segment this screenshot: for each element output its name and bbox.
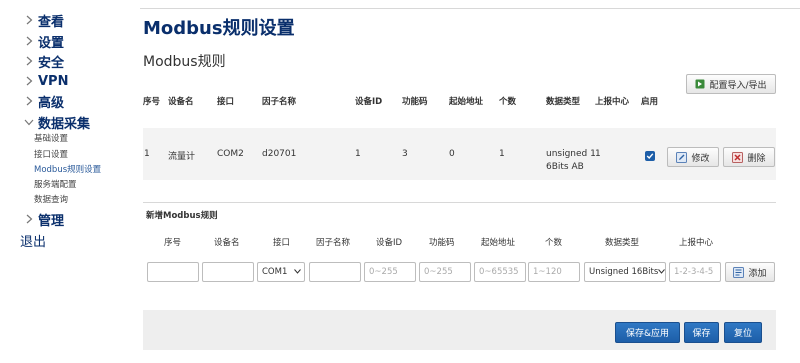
cell-type-line2: 6Bits AB [546,162,584,172]
function-code-input[interactable]: 0~255 [419,262,471,282]
header-divider [140,8,800,9]
import-export-icon [695,79,705,89]
col-header-factor: 因子名称 [262,97,297,107]
nav-label: 数据采集 [38,116,91,132]
chevron-down-icon [658,267,665,277]
count-input[interactable]: 1~120 [528,262,580,282]
new-col-func: 功能码 [429,238,455,248]
new-col-device: 设备名 [214,238,240,248]
new-col-type: 数据类型 [605,238,640,248]
new-col-count: 个数 [545,238,563,248]
cell-func: 3 [402,149,408,159]
device-name-input[interactable] [202,262,254,282]
new-col-port: 接口 [273,238,291,248]
nav-item-security[interactable]: 安全 [20,51,64,71]
nav-item-advanced[interactable]: 高级 [20,91,64,111]
data-type-select[interactable]: Unsigned 16Bits [584,262,666,282]
cell-port: COM2 [217,149,244,159]
port-select-value: COM1 [262,267,288,277]
cell-center: 1 [595,149,601,159]
footer-bar [143,310,776,350]
col-header-index: 序号 [143,97,161,107]
nav-label: 高级 [38,95,65,111]
nav-label: 查看 [38,14,65,30]
section-title: Modbus规则 [143,54,226,70]
chevron-right-icon [20,96,38,106]
nav-label: 设置 [38,35,65,51]
table-row: 1 流量计 COM2 d20701 1 3 0 1 unsigned 1 6Bi… [143,128,776,180]
import-export-label: 配置导入/导出 [709,80,767,91]
import-export-button[interactable]: 配置导入/导出 [686,74,776,94]
edit-icon [676,151,688,163]
start-address-input[interactable]: 0~65535 [474,262,526,282]
new-col-index: 序号 [164,238,182,248]
reset-button[interactable]: 复位 [724,322,762,343]
cell-device: 流量计 [168,152,196,162]
new-col-factor: 因子名称 [316,238,351,248]
new-col-start: 起始地址 [481,238,516,248]
port-select[interactable]: COM1 [257,262,305,282]
chevron-right-icon [20,56,38,66]
data-type-select-value: Unsigned 16Bits [589,267,659,277]
chevron-right-icon [20,36,38,46]
chevron-right-icon [20,214,38,224]
chevron-right-icon [20,15,38,25]
save-button[interactable]: 保存 [684,322,719,343]
sub-item-basic-settings[interactable]: 基础设置 [34,133,68,145]
sub-item-modbus-rules[interactable]: Modbus规则设置 [34,164,101,176]
nav-item-vpn[interactable]: VPN [20,71,68,91]
cell-index: 1 [144,149,150,159]
delete-icon [732,151,744,163]
delete-button[interactable]: 删除 [723,147,775,167]
col-header-enabled: 启用 [641,97,659,107]
cell-device-id: 1 [355,149,361,159]
col-header-center: 上报中心 [595,97,630,107]
col-header-device-id: 设备ID [355,97,383,107]
nav-label: 管理 [38,213,65,229]
report-center-input[interactable]: 1-2-3-4-5 [669,262,721,282]
sub-item-server-config[interactable]: 服务端配置 [34,179,77,191]
nav-item-data-collection[interactable]: 数据采集 [20,112,90,132]
add-button[interactable]: 添加 [725,262,775,282]
chevron-right-icon [20,76,38,86]
add-label: 添加 [748,268,767,279]
col-header-type: 数据类型 [546,97,581,107]
enabled-checkbox[interactable] [645,151,655,161]
nav-item-view[interactable]: 查看 [20,10,64,30]
sub-item-data-query[interactable]: 数据查询 [34,194,68,206]
cell-type-line1: unsigned 1 [546,149,596,159]
chevron-down-icon [20,119,38,126]
sidebar: 查看 设置 安全 VPN 高级 数据采集 基础设置 接口设置 Modbus规则设… [0,0,140,363]
nav-item-settings[interactable]: 设置 [20,31,64,51]
edit-label: 修改 [691,153,710,164]
cell-start: 0 [449,149,455,159]
col-header-start: 起始地址 [449,97,484,107]
page-title: Modbus规则设置 [143,18,295,39]
check-icon [646,153,654,160]
nav-item-manage[interactable]: 管理 [20,209,64,229]
new-col-center: 上报中心 [679,238,714,248]
chevron-down-icon [294,267,301,277]
logout-link[interactable]: 退出 [20,231,46,250]
sub-item-interface-settings[interactable]: 接口设置 [34,149,68,161]
index-input[interactable] [147,262,199,282]
new-col-device-id: 设备ID [376,238,403,248]
new-rule-title: 新增Modbus规则 [146,211,218,221]
edit-button[interactable]: 修改 [667,147,719,167]
cell-count: 1 [499,149,505,159]
save-apply-button[interactable]: 保存&应用 [615,322,680,343]
factor-name-input[interactable] [309,262,361,282]
delete-label: 删除 [747,153,766,164]
nav-label: VPN [38,73,69,89]
col-header-func: 功能码 [402,97,428,107]
col-header-port: 接口 [217,97,235,107]
add-icon [733,266,745,278]
device-id-input[interactable]: 0~255 [364,262,416,282]
cell-factor: d20701 [262,149,297,159]
nav-label: 安全 [38,55,65,71]
col-header-count: 个数 [499,97,517,107]
col-header-device: 设备名 [168,97,194,107]
